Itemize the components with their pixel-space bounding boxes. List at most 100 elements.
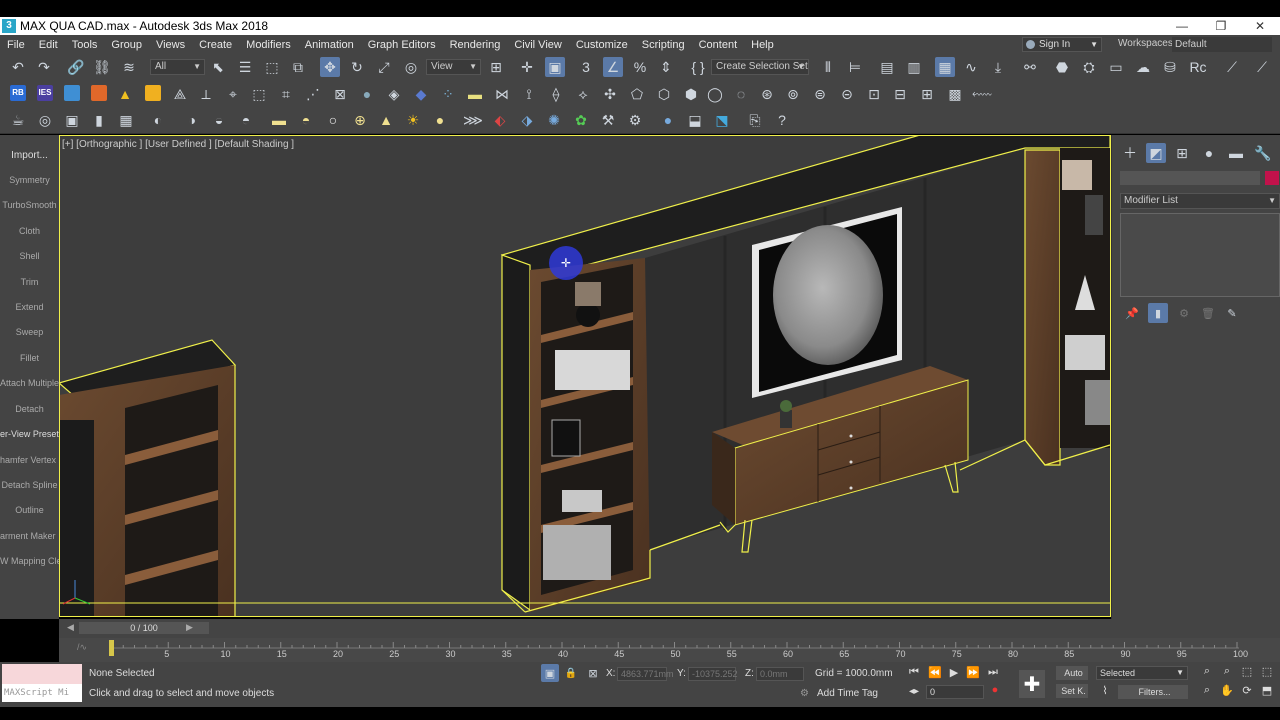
- select-manipulate-icon[interactable]: ✛: [517, 57, 537, 77]
- next-frame-icon[interactable]: ▶: [186, 622, 193, 633]
- zoom-extents-all-icon[interactable]: ⬚: [1259, 665, 1275, 678]
- angle-snap-icon[interactable]: ∠: [603, 57, 623, 77]
- tool-s-icon[interactable]: ⊛: [757, 84, 777, 104]
- snaps-toggle-icon[interactable]: 3: [576, 57, 596, 77]
- render-iterative-icon[interactable]: ⛁: [1160, 57, 1180, 77]
- shell-button[interactable]: Shell: [0, 251, 59, 261]
- menu-customize[interactable]: Customize: [569, 39, 635, 51]
- detach-spline-button[interactable]: Detach Spline: [0, 480, 59, 490]
- plane-icon[interactable]: ▬: [465, 84, 485, 104]
- dome-light-icon[interactable]: ◓: [296, 110, 316, 130]
- rendered-frame-icon[interactable]: ▭: [1106, 57, 1126, 77]
- play-icon[interactable]: ▶: [946, 666, 962, 679]
- tool-j-icon[interactable]: ⟟: [519, 84, 539, 104]
- tool-extra-icon[interactable]: ⟋: [1222, 57, 1242, 77]
- modify-tab-icon[interactable]: ◩: [1146, 143, 1166, 163]
- menu-scripting[interactable]: Scripting: [635, 39, 692, 51]
- material-editor-icon[interactable]: ⬣: [1052, 57, 1072, 77]
- remove-modifier-icon[interactable]: 🗑: [1198, 303, 1218, 323]
- ies-light-icon[interactable]: ●: [430, 110, 450, 130]
- tool-3a-icon[interactable]: ⚒: [598, 110, 618, 130]
- detach-button[interactable]: Detach: [0, 404, 59, 414]
- maximize-viewport-icon[interactable]: ⬒: [1259, 684, 1275, 697]
- add-time-tag[interactable]: Add Time Tag: [817, 688, 878, 699]
- y-coordinate-field[interactable]: -10375.252: [688, 667, 738, 681]
- key-filter-dropdown[interactable]: Selected ▼: [1096, 666, 1188, 680]
- material-ball-icon[interactable]: ●: [658, 110, 678, 130]
- outline-button[interactable]: Outline: [0, 505, 59, 515]
- orbit-icon[interactable]: ⟳: [1239, 684, 1255, 697]
- particles-icon[interactable]: ⁘: [438, 84, 458, 104]
- menu-tools[interactable]: Tools: [65, 39, 105, 51]
- tool-i-icon[interactable]: ⋈: [492, 84, 512, 104]
- prev-frame-icon[interactable]: ◀: [67, 622, 74, 633]
- warning-icon[interactable]: ▲: [115, 84, 135, 104]
- tool-a-icon[interactable]: ⟁: [170, 84, 190, 104]
- previous-frame-icon[interactable]: ⏪: [927, 666, 943, 679]
- tool-y-icon[interactable]: ⊞: [917, 84, 937, 104]
- tool-g-icon[interactable]: ⊠: [330, 84, 350, 104]
- x-coordinate-field[interactable]: 4863.771mm: [617, 667, 674, 681]
- unlink-icon[interactable]: ⛓: [92, 57, 112, 77]
- box-icon[interactable]: ▣: [62, 110, 82, 130]
- modifier-stack[interactable]: [1120, 213, 1280, 297]
- fillet-button[interactable]: Fillet: [0, 353, 59, 363]
- sweep-button[interactable]: Sweep: [0, 327, 59, 337]
- maxscript-input[interactable]: MAXScript Mi: [2, 684, 82, 702]
- selection-filter-dropdown[interactable]: All ▼: [150, 59, 205, 75]
- display-tab-icon[interactable]: ▬: [1226, 143, 1246, 163]
- spinner-snap-icon[interactable]: ⇕: [656, 57, 676, 77]
- workspaces-dropdown[interactable]: Default: [1172, 37, 1272, 52]
- curve-editor-mini-icon[interactable]: /∿: [77, 642, 87, 653]
- sun-icon[interactable]: ☀: [403, 110, 423, 130]
- hierarchy-tab-icon[interactable]: ⊞: [1172, 143, 1192, 163]
- tool-3c-icon[interactable]: ⬓: [685, 110, 705, 130]
- time-config-icon[interactable]: ●: [988, 684, 1002, 696]
- pan-icon[interactable]: ✋: [1219, 684, 1235, 697]
- turbosmooth-button[interactable]: TurboSmooth: [0, 200, 59, 210]
- trim-button[interactable]: Trim: [0, 277, 59, 287]
- tool-r-icon[interactable]: ◌: [731, 84, 751, 104]
- env-fog-icon[interactable]: ✺: [544, 110, 564, 130]
- tool-b-icon[interactable]: ⟂: [196, 84, 216, 104]
- pivot-center-icon[interactable]: ⊞: [486, 57, 506, 77]
- plugin-chat-icon[interactable]: [145, 85, 161, 101]
- tool-e-icon[interactable]: ⌗: [276, 84, 296, 104]
- z-coordinate-field[interactable]: 0.0mm: [756, 667, 804, 681]
- checker-icon[interactable]: ▩: [945, 84, 965, 104]
- grid-icon[interactable]: ▦: [116, 110, 136, 130]
- selection-lock-icon[interactable]: 🔒: [563, 664, 579, 682]
- per-view-preset-button[interactable]: er-View Preset: [0, 429, 59, 439]
- configure-sets-icon[interactable]: ✎: [1222, 303, 1242, 323]
- tool-3e-icon[interactable]: ⎘: [745, 110, 765, 130]
- ribbon-toggle-icon[interactable]: ▦: [935, 57, 955, 77]
- zoom-all-icon[interactable]: ⌕: [1219, 665, 1235, 678]
- undo-icon[interactable]: ↶: [8, 57, 28, 77]
- proxy-icon[interactable]: ⬖: [490, 110, 510, 130]
- menu-file[interactable]: File: [0, 39, 32, 51]
- filters-button[interactable]: Filters...: [1118, 685, 1188, 699]
- percent-snap-icon[interactable]: %: [630, 57, 650, 77]
- minimize-button[interactable]: —: [1162, 17, 1202, 35]
- cube-icon[interactable]: ◆: [411, 84, 431, 104]
- go-to-end-icon[interactable]: ⏭: [985, 666, 1001, 679]
- isolate-selection-icon[interactable]: ▣: [541, 664, 559, 682]
- teapot-icon[interactable]: ☕: [8, 110, 28, 130]
- modifier-list-dropdown[interactable]: Modifier List ▼: [1120, 193, 1280, 209]
- camera-icon[interactable]: ◑: [182, 110, 202, 130]
- maximize-button[interactable]: ❐: [1201, 17, 1241, 35]
- tool-v-icon[interactable]: ⊝: [837, 84, 857, 104]
- mirror-icon[interactable]: ⫴: [818, 57, 838, 77]
- cone-light-icon[interactable]: ▲: [376, 110, 396, 130]
- tool-t-icon[interactable]: ⊚: [783, 84, 803, 104]
- object-name-input[interactable]: [1120, 171, 1260, 185]
- key-mode-toggle-icon[interactable]: ◂▸: [906, 686, 922, 697]
- motion-tab-icon[interactable]: ●: [1199, 143, 1219, 163]
- layer-explorer-icon[interactable]: ▥: [904, 57, 924, 77]
- render-setup-icon[interactable]: ⛭: [1079, 57, 1099, 77]
- viewport-orthographic[interactable]: [+] [Orthographic ] [User Defined ] [Def…: [59, 135, 1111, 617]
- render-cloud-icon[interactable]: Rc: [1188, 57, 1208, 77]
- menu-animation[interactable]: Animation: [298, 39, 361, 51]
- zoom-icon[interactable]: ⌕: [1199, 665, 1215, 678]
- menu-create[interactable]: Create: [192, 39, 239, 51]
